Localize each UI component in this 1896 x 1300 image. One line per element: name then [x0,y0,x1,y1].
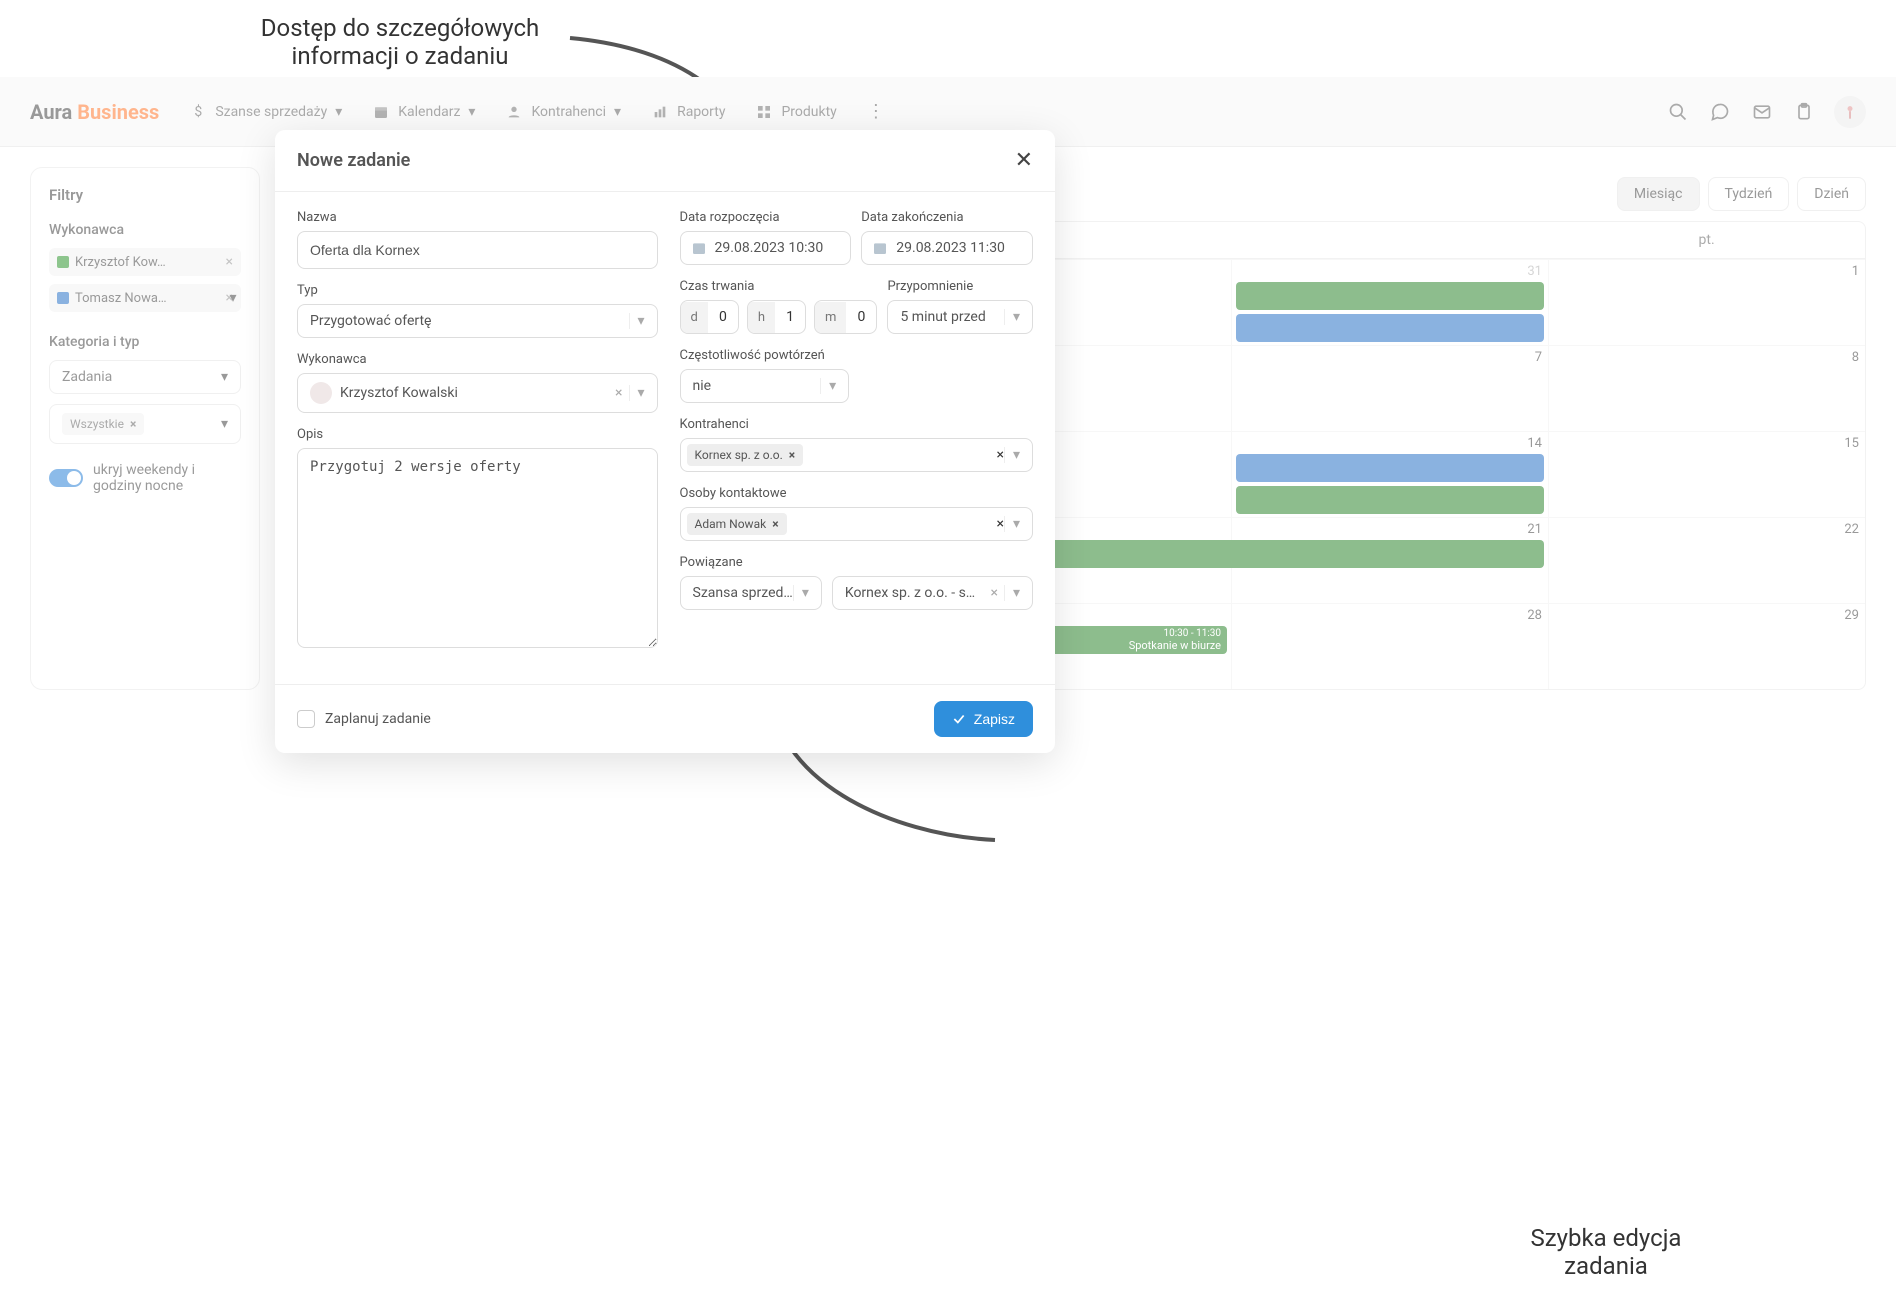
save-button[interactable]: Zapisz [934,701,1033,737]
clear-icon[interactable]: × [996,516,1003,532]
type-select[interactable]: Przygotować ofertę ▾ [297,304,658,338]
check-icon [952,712,966,726]
contacts-select[interactable]: Adam Nowak× ×▾ [680,507,1033,541]
start-label: Data rozpoczęcia [680,210,852,225]
plan-label: Zaplanuj zadanie [325,711,431,727]
end-date-input[interactable]: 29.08.2023 11:30 [861,231,1033,265]
related-type-select[interactable]: Szansa sprzed… ▾ [680,576,822,610]
repeat-label: Częstotliwość powtórzeń [680,348,850,363]
contractors-select[interactable]: Kornex sp. z o.o.× ×▾ [680,438,1033,472]
annotation-top: Dostęp do szczegółowych informacji o zad… [240,14,560,70]
desc-textarea[interactable] [297,448,658,648]
related-label: Powiązane [680,555,1033,570]
chevron-down-icon: ▾ [1004,447,1028,463]
end-label: Data zakończenia [861,210,1033,225]
contractors-label: Kontrahenci [680,417,1033,432]
calendar-icon [872,240,888,256]
remove-icon[interactable]: × [789,448,795,462]
new-task-modal: Nowe zadanie ✕ Nazwa Typ Przygotować ofe… [275,130,1055,753]
avatar-icon [310,382,332,404]
clear-icon[interactable]: × [996,447,1003,463]
duration-label: Czas trwania [680,279,878,294]
duration-days[interactable]: d0 [680,300,739,334]
repeat-select[interactable]: nie ▾ [680,369,850,403]
chevron-down-icon: ▾ [1004,585,1028,601]
chevron-down-icon: ▾ [629,313,653,329]
start-date-input[interactable]: 29.08.2023 10:30 [680,231,852,265]
plan-checkbox[interactable] [297,710,315,728]
clear-icon[interactable]: × [984,585,1003,601]
reminder-label: Przypomnienie [887,279,1033,294]
related-value-select[interactable]: Kornex sp. z o.o. - s… ×▾ [832,576,1033,610]
contacts-label: Osoby kontaktowe [680,486,1033,501]
calendar-icon [691,240,707,256]
type-label: Typ [297,283,658,298]
assignee-label: Wykonawca [297,352,658,367]
modal-title: Nowe zadanie [297,150,410,171]
remove-icon[interactable]: × [772,517,778,531]
name-label: Nazwa [297,210,658,225]
chevron-down-icon: ▾ [629,385,653,401]
clear-icon[interactable]: × [609,385,628,401]
duration-mins[interactable]: m0 [814,300,877,334]
assignee-select[interactable]: Krzysztof Kowalski × ▾ [297,373,658,413]
chevron-down-icon: ▾ [1004,309,1028,325]
duration-hours[interactable]: h1 [747,300,806,334]
reminder-select[interactable]: 5 minut przed ▾ [887,300,1033,334]
chevron-down-icon: ▾ [820,378,844,394]
close-icon[interactable]: ✕ [1015,148,1033,173]
annotation-bottom: Szybka edycja zadania [1506,1224,1706,1280]
name-input[interactable] [297,231,658,269]
chevron-down-icon: ▾ [1004,516,1028,532]
desc-label: Opis [297,427,658,442]
chevron-down-icon: ▾ [793,585,817,601]
